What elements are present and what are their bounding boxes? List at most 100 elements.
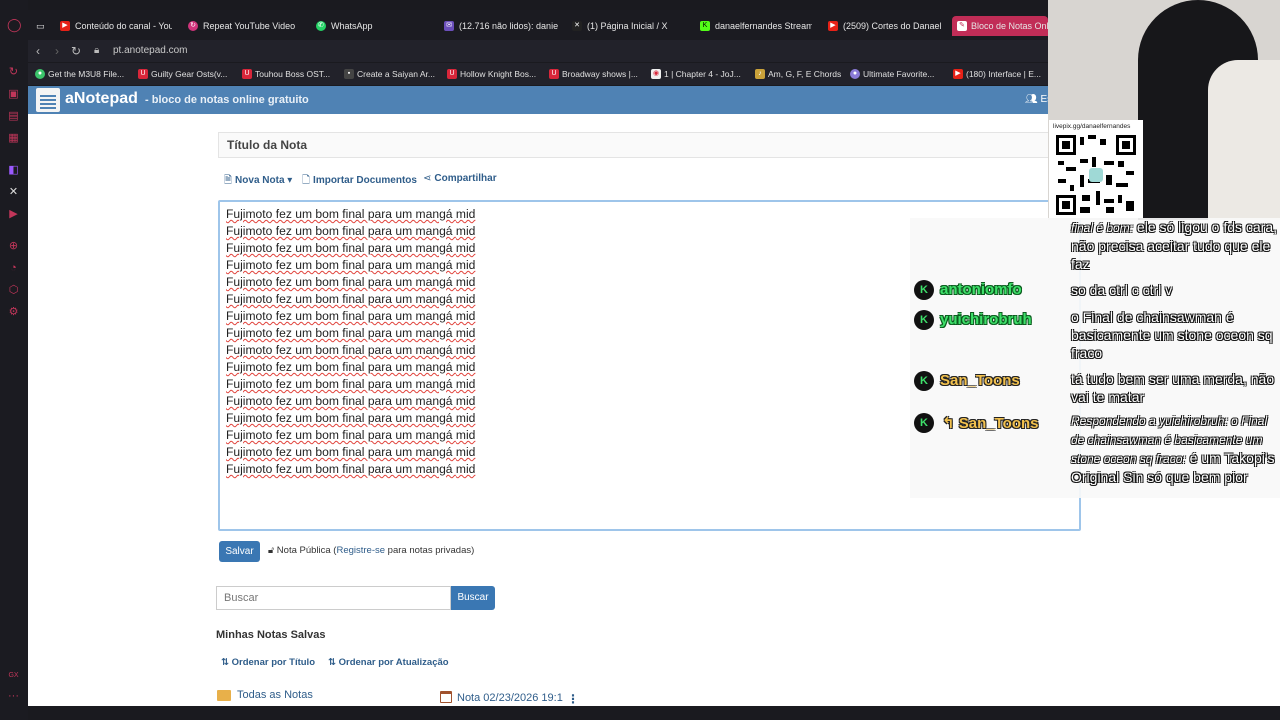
document-icon: 🗎︎ <box>224 175 233 186</box>
search-input[interactable]: Buscar <box>216 586 451 610</box>
forward-icon[interactable]: › <box>55 43 59 59</box>
notepad-icon: ✎ <box>957 21 967 31</box>
note-line-end: mid <box>455 241 476 255</box>
new-note-button[interactable]: 🗎︎ Nova Nota ▾ <box>224 173 292 190</box>
bookmark-item[interactable]: ▪ Create a Saiyan Ar... <box>344 67 435 81</box>
tab-kick-stream[interactable]: Kdanaelfernandes Stream <box>700 16 812 36</box>
tab-notepad-active[interactable]: ✎Bloco de Notas Online <box>952 16 1048 36</box>
note-line-text: Fujimoto fez um bom final para um mangá <box>226 377 456 391</box>
bookmark-item[interactable]: ● Get the M3U8 File... <box>35 67 124 81</box>
note-line-text: Fujimoto fez um bom final para um mangá <box>226 275 456 289</box>
save-button[interactable]: Salvar <box>219 541 260 562</box>
note-line-end: mid <box>455 394 476 408</box>
note-line-text: Fujimoto fez um bom final para um mangá <box>226 309 456 323</box>
chat-text: o Final de chainsawman é basicamente um … <box>1071 309 1273 361</box>
notepad-logo-icon[interactable] <box>36 88 60 112</box>
chat-message: final é bom: ele só ligou o fds cara, nã… <box>1071 219 1278 272</box>
youtube-icon: ▶ <box>828 21 838 31</box>
import-icon: 🗋︎ <box>302 175 311 186</box>
tab-mail[interactable]: ✉ (12.716 não lidos): danielfe <box>444 16 558 36</box>
bookmark-item[interactable]: ● Ultimate Favorite... <box>850 67 934 81</box>
workspace-icon[interactable]: ▭ <box>36 16 48 36</box>
bookmark-item[interactable]: ♪ Am, G, F, E Chords <box>755 67 841 81</box>
note-line-text: Fujimoto fez um bom final para um mangá <box>226 258 456 272</box>
site-tagline: - bloco de notas online gratuito <box>145 94 309 106</box>
history-icon[interactable]: ↻ <box>7 66 20 79</box>
bookmark-item[interactable]: ▶ (180) Interface | E... <box>953 67 1041 81</box>
more-icon[interactable]: ··· <box>7 690 20 703</box>
search-button[interactable]: Buscar <box>451 586 495 610</box>
note-line-text: Fujimoto fez um bom final para um mangá <box>226 326 456 340</box>
share-button[interactable]: ⋖ Compartilhar <box>423 173 497 184</box>
image-icon: ▪ <box>344 69 354 79</box>
sort-by-title-link[interactable]: ⇅ Ordenar por Título <box>221 657 315 668</box>
users-icon: 👥︎ <box>1025 94 1041 105</box>
lock-icon: 🔒︎ <box>94 45 100 56</box>
streamer-shirt <box>1208 60 1280 220</box>
sort-icon: ⇅ <box>328 657 339 668</box>
site-brand[interactable]: aNotepad <box>65 90 138 108</box>
opera-logo-icon[interactable]: ◯ <box>7 18 22 31</box>
tab-youtube-channel[interactable]: ▶Conteúdo do canal - YouTube <box>60 16 172 36</box>
x-icon[interactable]: ✕ <box>7 186 20 199</box>
youtube-icon: ▶ <box>953 69 963 79</box>
youtube-icon[interactable]: ▶ <box>7 208 20 221</box>
bookmark-item[interactable]: ◉ 1 | Chapter 4 - JoJ... <box>651 67 741 81</box>
register-link[interactable]: Registre-se <box>336 545 385 556</box>
import-documents-button[interactable]: 🗋︎ Importar Documentos <box>302 173 417 190</box>
bookmark-item[interactable]: U Guilty Gear Osts(v... <box>138 67 227 81</box>
u-icon: U <box>447 69 457 79</box>
note-line-text: Fujimoto fez um bom final para um mangá <box>226 343 456 357</box>
plus-icon[interactable]: ⊕ <box>7 240 20 253</box>
note-line-end: mid <box>455 207 476 221</box>
bookmark-item[interactable]: U Hollow Knight Bos... <box>447 67 536 81</box>
tab-whatsapp[interactable]: ✆ WhatsApp <box>316 16 428 36</box>
sort-by-update-link[interactable]: ⇅ Ordenar por Atualização <box>328 657 449 668</box>
more-options-icon[interactable]: ⋮ <box>567 692 579 706</box>
cake-icon: ◉ <box>651 69 661 79</box>
chat-message: San_Toons tá tudo bem ser uma merda, não… <box>910 370 1280 410</box>
all-notes-link[interactable]: Todas as Notas <box>237 689 313 701</box>
chat-text: tá tudo bem ser uma merda, não vai te ma… <box>1071 371 1275 405</box>
url-field[interactable]: pt.anotepad.com <box>113 44 188 58</box>
reload-icon[interactable]: ↻ <box>71 43 81 59</box>
tab-x-home[interactable]: ✕ (1) Página Inicial / X <box>572 16 684 36</box>
note-line-text: Fujimoto fez um bom final para um mangá <box>226 292 456 306</box>
note-line-text: Fujimoto fez um bom final para um mangá <box>226 411 456 425</box>
bookmark-item[interactable]: U Touhou Boss OST... <box>242 67 330 81</box>
note-title-input[interactable]: Título da Nota <box>218 132 1080 158</box>
settings-icon[interactable]: ⚙ <box>7 306 20 319</box>
chat-message: ↰ San_Toons Respondendo a yuichirobruh: … <box>910 411 1280 497</box>
browser-sidebar: ◯ ↻ ▣ ▤ ▦ ◧ ✕ ▶ ⊕ ◔ ⬡ ⚙ GX ··· <box>0 0 28 720</box>
back-icon[interactable]: ‹ <box>36 43 40 59</box>
note-line-end: mid <box>455 343 476 357</box>
twitch-icon[interactable]: ◧ <box>7 164 20 177</box>
messenger-icon[interactable]: ▤ <box>7 110 20 123</box>
clock-icon[interactable]: ◔ <box>7 262 20 275</box>
kick-badge-icon <box>914 413 934 433</box>
u-icon: U <box>549 69 559 79</box>
note-line-end: mid <box>455 309 476 323</box>
chat-username: San_Toons <box>940 372 1020 389</box>
note-line-end: mid <box>455 258 476 272</box>
note-line-end: mid <box>455 462 476 476</box>
wallet-icon[interactable]: ▣ <box>7 88 20 101</box>
extensions-icon[interactable]: ⬡ <box>7 284 20 297</box>
tab-repeat-youtube[interactable]: ↻ Repeat YouTube Video <box>188 16 300 36</box>
saved-note-link[interactable]: Nota 02/23/2026 19:1 <box>457 692 563 704</box>
qr-url-label: livepix.gg/danaelfernandes <box>1053 123 1131 130</box>
note-line-end: mid <box>455 411 476 425</box>
note-line-text: Fujimoto fez um bom final para um mangá <box>226 224 456 238</box>
chat-text: Respondendo a yuichirobruh: o Final de c… <box>1071 414 1275 485</box>
tab-cortes[interactable]: ▶ (2509) Cortes do Danael F <box>828 16 942 36</box>
note-line-end: mid <box>455 377 476 391</box>
player-icon[interactable]: ▦ <box>7 132 20 145</box>
bookmark-item[interactable]: U Broadway shows |... <box>549 67 638 81</box>
gx-icon[interactable]: GX <box>7 669 20 682</box>
note-line-text: Fujimoto fez um bom final para um mangá <box>226 445 456 459</box>
mail-icon: ✉ <box>444 21 454 31</box>
share-icon: ⋖ <box>423 173 432 184</box>
note-line-text: Fujimoto fez um bom final para um mangá <box>226 394 456 408</box>
note-line-text: Fujimoto fez um bom final para um mangá <box>226 462 456 476</box>
note-line-text: Fujimoto fez um bom final para um mangá <box>226 207 456 221</box>
